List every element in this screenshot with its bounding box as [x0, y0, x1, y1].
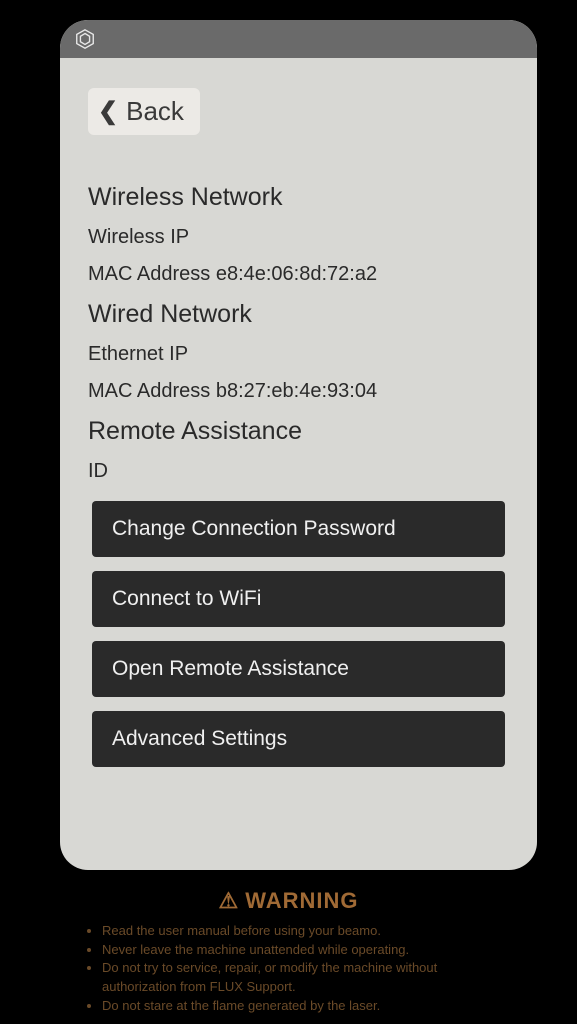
wireless-ip: Wireless IP: [88, 226, 509, 249]
advanced-settings-button[interactable]: Advanced Settings: [92, 711, 505, 767]
warning-title: ⚠WARNING: [80, 888, 497, 914]
warning-item: Do not stare at the flame generated by t…: [102, 997, 497, 1016]
open-remote-button[interactable]: Open Remote Assistance: [92, 641, 505, 697]
wireless-title: Wireless Network: [88, 183, 509, 212]
back-label: Back: [126, 96, 184, 127]
warning-item: Read the user manual before using your b…: [102, 922, 497, 941]
back-button[interactable]: ❮ Back: [88, 88, 200, 135]
remote-title: Remote Assistance: [88, 417, 509, 446]
warning-icon: ⚠: [218, 888, 239, 913]
device-screen: ❮ Back Wireless Network Wireless IP MAC …: [60, 20, 537, 870]
warning-item: Do not try to service, repair, or modify…: [102, 959, 497, 997]
wired-title: Wired Network: [88, 300, 509, 329]
ethernet-ip: Ethernet IP: [88, 343, 509, 366]
chevron-left-icon: ❮: [98, 97, 118, 126]
status-bar: [60, 20, 537, 58]
change-password-button[interactable]: Change Connection Password: [92, 501, 505, 557]
warning-item: Never leave the machine unattended while…: [102, 941, 497, 960]
warning-list: Read the user manual before using your b…: [80, 922, 497, 1016]
logo-icon: [74, 28, 96, 50]
wireless-mac: MAC Address e8:4e:06:8d:72:a2: [88, 263, 509, 286]
remote-id: ID: [88, 460, 509, 483]
wired-mac: MAC Address b8:27:eb:4e:93:04: [88, 380, 509, 403]
settings-content: ❮ Back Wireless Network Wireless IP MAC …: [60, 58, 537, 870]
warning-footer: ⚠WARNING Read the user manual before usi…: [0, 876, 577, 1024]
connect-wifi-button[interactable]: Connect to WiFi: [92, 571, 505, 627]
